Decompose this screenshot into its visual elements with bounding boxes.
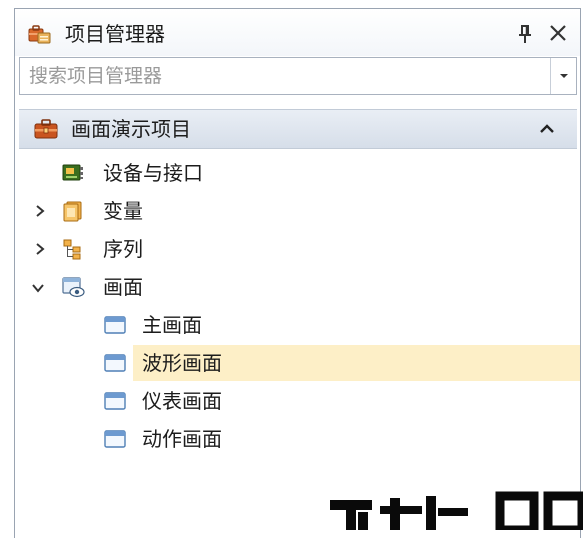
tree-item-label: 序列 bbox=[103, 237, 143, 261]
tree-item-variables[interactable]: 变量 bbox=[15, 193, 580, 229]
search-dropdown-button[interactable] bbox=[550, 58, 576, 94]
tree-item-sequence[interactable]: 序列 bbox=[15, 231, 580, 267]
pin-icon[interactable] bbox=[513, 22, 537, 46]
tree-item-devices[interactable]: 设备与接口 bbox=[15, 155, 580, 191]
tree-item-label: 主画面 bbox=[142, 313, 202, 337]
chevron-right-icon[interactable] bbox=[33, 204, 47, 218]
tree-item-action-screen[interactable]: 动作画面 bbox=[15, 421, 580, 457]
window-icon bbox=[104, 354, 126, 372]
project-header[interactable]: 画面演示项目 bbox=[19, 109, 577, 149]
panel-title: 项目管理器 bbox=[65, 22, 165, 46]
search-input[interactable] bbox=[20, 58, 540, 94]
close-glyph bbox=[550, 25, 566, 41]
panel-titlebar[interactable]: 项目管理器 bbox=[15, 9, 580, 56]
screen-eye-icon bbox=[62, 277, 85, 298]
tree-item-label: 变量 bbox=[103, 199, 143, 223]
tree-item-waveform-screen[interactable]: 波形画面 bbox=[133, 345, 580, 381]
window-icon bbox=[104, 392, 126, 410]
tree-item-label: 仪表画面 bbox=[142, 389, 222, 413]
tree-item-label: 画面 bbox=[103, 275, 143, 299]
sequence-tree-icon bbox=[63, 239, 81, 260]
search-box bbox=[19, 57, 577, 95]
device-board-icon bbox=[62, 164, 83, 181]
project-name: 画面演示项目 bbox=[71, 117, 191, 141]
tree-item-label: 波形画面 bbox=[142, 351, 222, 375]
briefcase-icon bbox=[34, 119, 58, 139]
tree-item-gauge-screen[interactable]: 仪表画面 bbox=[15, 383, 580, 419]
watermark-logo bbox=[330, 491, 583, 530]
tree-item-screens[interactable]: 画面 bbox=[15, 269, 580, 305]
project-manager-panel: 项目管理器 搜索项目管理器 画面演示项目 设备与接口 变量 序列 画面 主画面 … bbox=[14, 8, 581, 538]
chevron-right-icon[interactable] bbox=[33, 242, 47, 256]
tree-item-label: 设备与接口 bbox=[103, 161, 203, 185]
chevron-down-icon[interactable] bbox=[31, 281, 45, 295]
tree-item-label: 动作画面 bbox=[142, 427, 222, 451]
window-icon bbox=[104, 316, 126, 334]
window-icon bbox=[104, 430, 126, 448]
variables-stack-icon bbox=[63, 201, 82, 222]
chevron-down-icon bbox=[559, 74, 568, 78]
close-icon[interactable] bbox=[545, 20, 571, 46]
tree-item-main-screen[interactable]: 主画面 bbox=[15, 307, 580, 343]
briefcase-folder-icon bbox=[28, 25, 51, 44]
chevron-up-icon[interactable] bbox=[537, 120, 557, 138]
pin-glyph bbox=[519, 25, 531, 43]
